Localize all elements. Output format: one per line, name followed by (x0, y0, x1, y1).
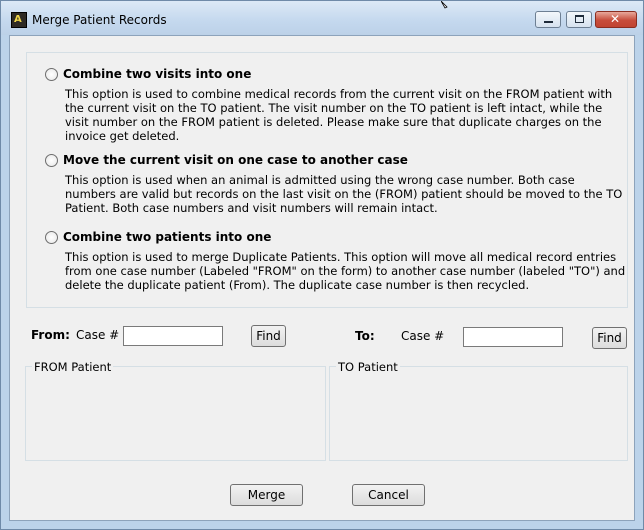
to-patient-group: TO Patient (329, 360, 628, 461)
from-find-button[interactable]: Find (251, 325, 286, 347)
option-combine-patients-label[interactable]: Combine two patients into one (63, 230, 271, 244)
close-icon: ✕ (610, 12, 621, 26)
from-case-input[interactable] (123, 326, 223, 346)
from-case-label: Case # (76, 328, 120, 342)
window-title: Merge Patient Records (32, 13, 167, 27)
option-combine-patients-description: This option is used to merge Duplicate P… (65, 250, 626, 292)
option-move-visit-label[interactable]: Move the current visit on one case to an… (63, 153, 408, 167)
to-find-button[interactable]: Find (592, 327, 627, 349)
from-label: From: (31, 328, 70, 342)
maximize-icon (575, 15, 584, 23)
close-button[interactable]: ✕ (595, 11, 637, 28)
option-move-visit-radio[interactable] (45, 154, 58, 167)
to-case-input[interactable] (463, 327, 563, 347)
from-patient-group-title: FROM Patient (32, 360, 114, 374)
minimize-icon (544, 21, 553, 23)
maximize-button[interactable] (566, 11, 592, 28)
title-bar[interactable]: A Merge Patient Records ✕ (1, 1, 643, 35)
dialog-body: Combine two visits into one This option … (9, 35, 635, 521)
option-combine-patients-radio[interactable] (45, 231, 58, 244)
cancel-button[interactable]: Cancel (352, 484, 425, 506)
to-case-label: Case # (401, 329, 445, 343)
option-combine-visits-radio[interactable] (45, 68, 58, 81)
mouse-cursor-icon (441, 1, 448, 9)
option-combine-visits-label[interactable]: Combine two visits into one (63, 67, 251, 81)
to-patient-group-title: TO Patient (336, 360, 400, 374)
option-combine-visits-description: This option is used to combine medical r… (65, 87, 613, 143)
app-icon: A (11, 12, 27, 28)
minimize-button[interactable] (535, 11, 561, 28)
merge-window: A Merge Patient Records ✕ Combine two vi… (0, 0, 644, 530)
merge-button[interactable]: Merge (230, 484, 303, 506)
option-move-visit-description: This option is used when an animal is ad… (65, 173, 623, 215)
merge-options-group: Combine two visits into one This option … (26, 52, 628, 308)
to-label: To: (355, 329, 375, 343)
from-patient-group: FROM Patient (25, 360, 326, 461)
